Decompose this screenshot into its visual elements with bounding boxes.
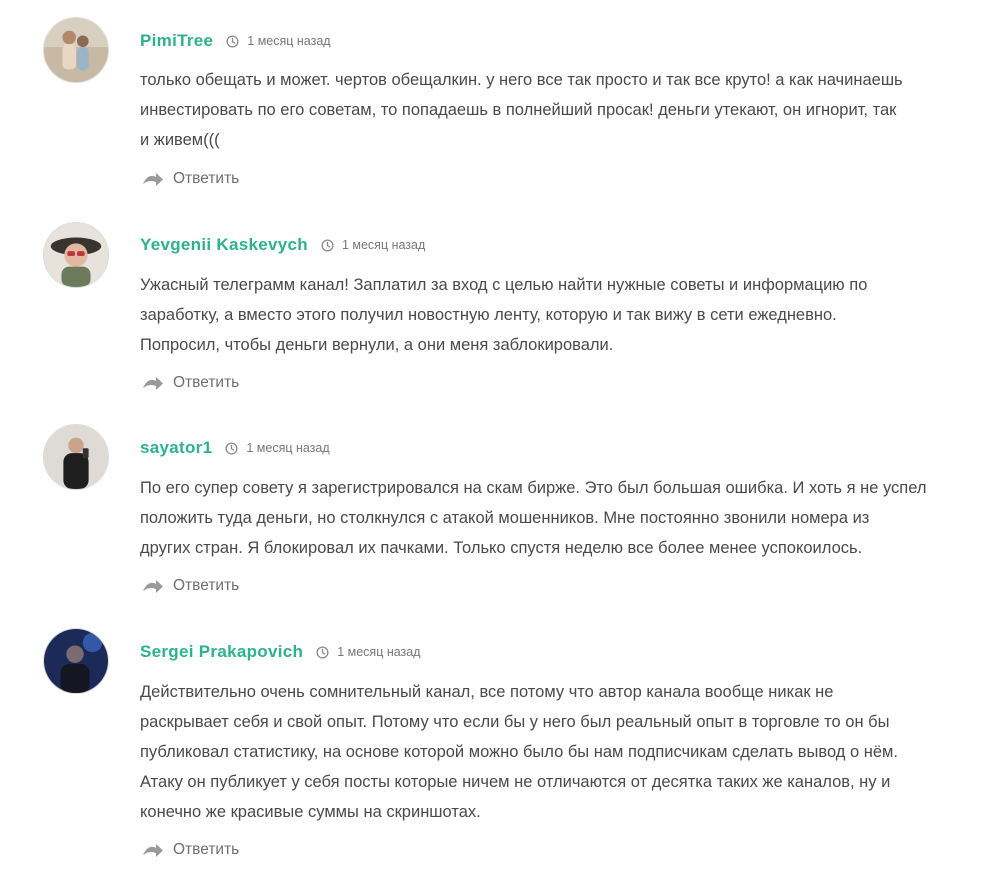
comment-line: раскрывает себя и свой опыт. Потому что … — [140, 713, 890, 731]
avatar-photo-icon — [44, 223, 108, 287]
comment-line: По его супер совету я зарегистрировался … — [140, 479, 927, 497]
avatar-photo-icon — [44, 18, 108, 82]
comment-line: Атаку он публикует у себя посты которые … — [140, 773, 891, 791]
avatar-photo-icon — [44, 425, 108, 489]
clock-icon — [321, 238, 334, 252]
time-text: 1 месяц назад — [341, 238, 426, 252]
avatar[interactable] — [43, 17, 109, 83]
comment-line: заработку, а вместо этого получил новост… — [140, 306, 837, 324]
reply-label: Ответить — [173, 577, 240, 594]
comment-line: публиковал статистику, на основе которой… — [140, 743, 898, 761]
comment-text: Действительно очень сомнительный канал, … — [140, 677, 975, 827]
time-text: 1 месяц назад — [247, 34, 331, 48]
comment-time: 1 месяц назад — [225, 441, 330, 455]
comment-line: Попросил, чтобы деньги вернули, а они ме… — [140, 336, 614, 354]
reply-button[interactable]: Ответить — [142, 372, 239, 394]
clock-icon — [316, 645, 329, 659]
time-text: 1 месяц назад — [246, 441, 330, 455]
comment-line: и живем((( — [140, 131, 220, 149]
clock-icon — [225, 441, 238, 455]
comment-line: Ужасный телеграмм канал! Заплатил за вхо… — [140, 276, 868, 294]
author-name[interactable]: PimiTree — [140, 31, 213, 51]
reply-arrow-icon — [143, 844, 163, 857]
author-name[interactable]: sayator1 — [140, 438, 212, 458]
comment-text: только обещать и может. чертов обещалкин… — [140, 65, 975, 155]
comment-time: 1 месяц назад — [226, 34, 331, 48]
reply-arrow-icon — [143, 377, 163, 390]
comment-text: Ужасный телеграмм канал! Заплатил за вхо… — [140, 270, 975, 360]
comment-line: положить туда деньги, но столкнулся с ат… — [140, 509, 870, 527]
comment-line: других стран. Я блокировал их пачками. Т… — [140, 539, 863, 557]
author-name[interactable]: Yevgenii Kaskevych — [140, 235, 308, 255]
comment-time: 1 месяц назад — [316, 645, 421, 659]
reply-arrow-icon — [143, 173, 163, 186]
comment-line: инвестировать по его советам, то попадае… — [140, 101, 897, 119]
avatar[interactable] — [43, 628, 109, 694]
comment-line: только обещать и может. чертов обещалкин… — [140, 71, 903, 89]
avatar[interactable] — [43, 424, 109, 490]
reply-button[interactable]: Ответить — [142, 575, 239, 597]
reply-button[interactable]: Ответить — [142, 168, 239, 190]
time-text: 1 месяц назад — [337, 645, 421, 659]
comment-text: По его супер совету я зарегистрировался … — [140, 473, 975, 563]
comment-time: 1 месяц назад — [321, 238, 425, 252]
avatar[interactable] — [43, 222, 109, 288]
avatar-photo-icon — [44, 629, 108, 693]
reply-label: Ответить — [173, 170, 240, 187]
reply-label: Ответить — [173, 841, 240, 858]
reply-arrow-icon — [143, 580, 163, 593]
reply-button[interactable]: Ответить — [142, 839, 239, 861]
comment-line: конечно же красивые суммы на скриншотах. — [140, 803, 481, 821]
clock-icon — [226, 34, 239, 48]
author-name[interactable]: Sergei Prakapovich — [140, 642, 303, 662]
comment-line: Действительно очень сомнительный канал, … — [140, 683, 834, 701]
reply-label: Ответить — [173, 374, 240, 391]
